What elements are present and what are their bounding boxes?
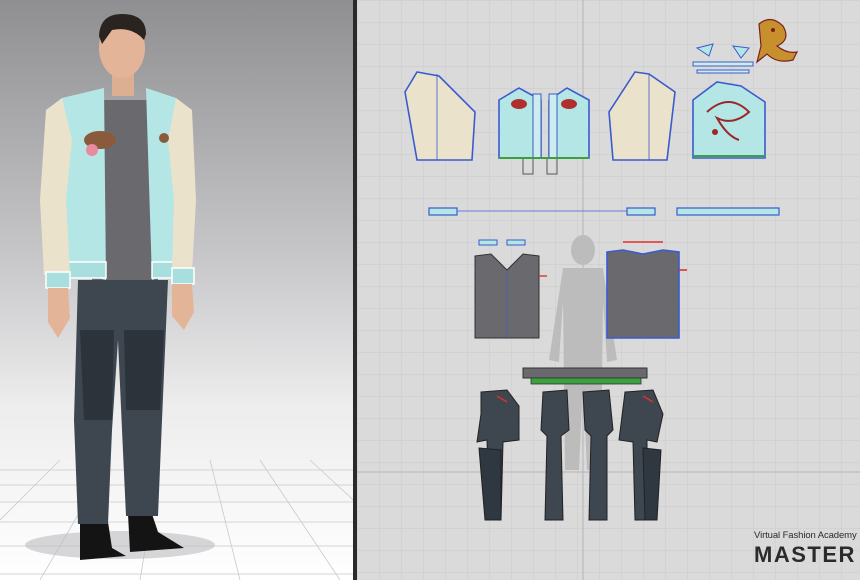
pattern-vest-strap-left[interactable]: [478, 239, 498, 246]
pattern-cuff-strip-right[interactable]: [626, 207, 656, 216]
2d-pattern-window[interactable]: Virtual Fashion Academy MASTER: [357, 0, 860, 580]
jacket-sleeve-left: [40, 98, 72, 275]
3d-view[interactable]: [0, 0, 353, 580]
floor-grid: [0, 459, 353, 580]
avatar-hand-left: [48, 288, 70, 338]
pattern-pants-waistband-lining[interactable]: [530, 377, 642, 385]
pattern-vest-strap-right[interactable]: [506, 239, 526, 246]
watermark-logo: Virtual Fashion Academy MASTER: [754, 528, 860, 572]
avatar-hand-right: [172, 284, 194, 330]
pattern-pants-waistband[interactable]: [522, 367, 648, 379]
pattern-hem-band[interactable]: [676, 207, 780, 216]
avatar[interactable]: [40, 14, 196, 560]
pants-knee-panel-left: [80, 330, 114, 420]
pattern-placket-left[interactable]: [532, 93, 542, 159]
sleeve-cuff-left: [45, 271, 71, 289]
watermark-line1: Virtual Fashion Academy: [754, 530, 857, 541]
3d-scene[interactable]: [0, 0, 353, 580]
watermark-line2: MASTER: [754, 542, 856, 567]
pattern-vest-back[interactable]: [606, 249, 680, 339]
pants-knee-panel-right: [124, 330, 164, 410]
sleeve-cuff-right: [171, 267, 195, 285]
app-window: Virtual Fashion Academy MASTER: [0, 0, 860, 580]
right-shoe: [128, 514, 184, 552]
pattern-placket-right[interactable]: [548, 93, 558, 159]
2d-pattern-canvas[interactable]: [357, 0, 860, 580]
pattern-cuff-strip-left[interactable]: [428, 207, 458, 216]
